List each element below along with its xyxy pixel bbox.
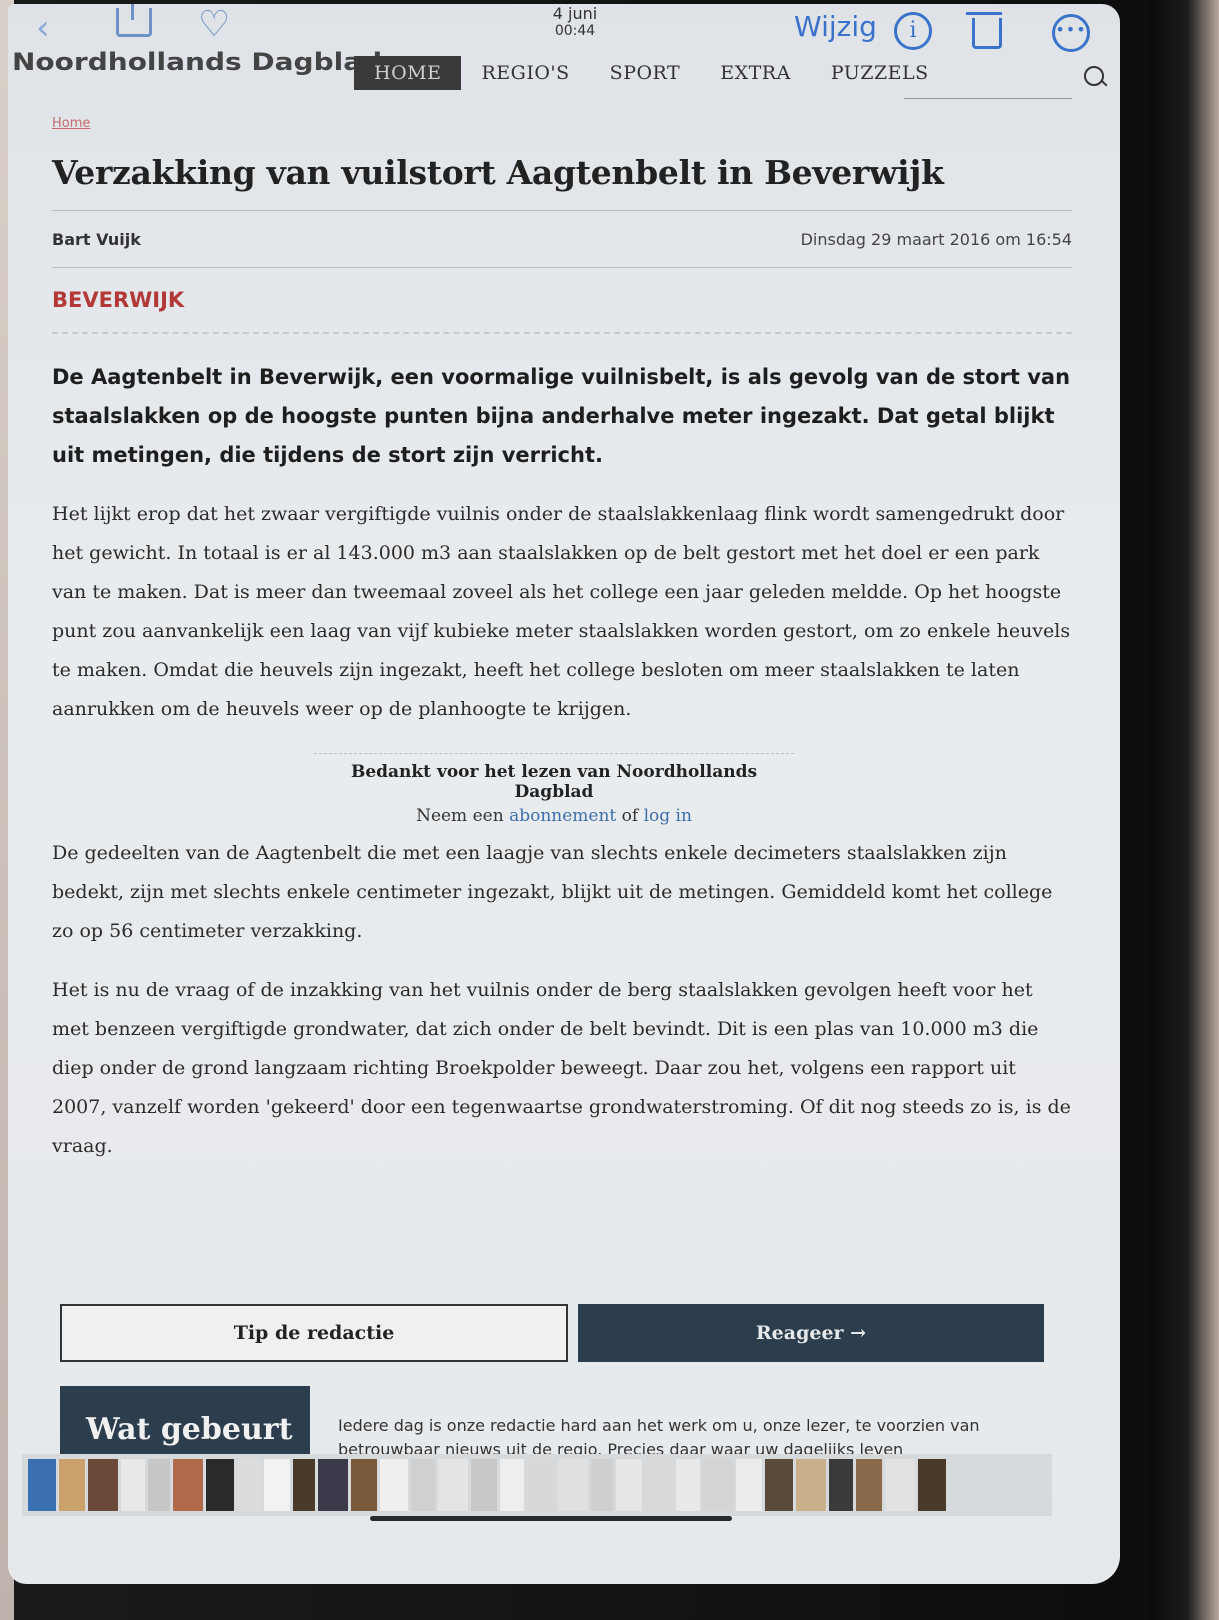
photo-thumbnail[interactable]	[796, 1459, 826, 1511]
site-header: Noordhollands Dagblad HOME REGIO'S SPORT…	[8, 48, 1120, 99]
photo-thumbnail[interactable]	[736, 1459, 762, 1511]
ios-toolbar: ‹ ♡ 4 juni 00:44 Wijzig i •••	[8, 4, 1120, 54]
photo-thumbnail[interactable]	[121, 1459, 145, 1511]
paywall-prefix: Neem een	[416, 806, 504, 826]
device-right-edge	[1149, 0, 1219, 1620]
more-icon[interactable]: •••	[1052, 14, 1090, 52]
photo-thumbnail[interactable]	[527, 1459, 555, 1511]
photo-thumbnail[interactable]	[237, 1459, 261, 1511]
photo-thumbnail[interactable]	[676, 1459, 700, 1511]
byline: Bart Vuijk Dinsdag 29 maart 2016 om 16:5…	[52, 211, 1072, 267]
article: Home Verzakking van vuilstort Aagtenbelt…	[52, 116, 1072, 1166]
photo-thumbnail[interactable]	[351, 1459, 377, 1511]
photo-thumbnail[interactable]	[28, 1459, 56, 1511]
photo-thumbnail[interactable]	[500, 1459, 524, 1511]
photo-thumbnail[interactable]	[293, 1459, 315, 1511]
photo-thumbnail[interactable]	[471, 1459, 497, 1511]
paywall-notice: Bedankt voor het lezen van Noordhollands…	[314, 753, 794, 826]
photo-thumbnail[interactable]	[918, 1459, 946, 1511]
main-nav: HOME REGIO'S SPORT EXTRA PUZZELS	[354, 56, 949, 90]
photo-thumbnail[interactable]	[380, 1459, 408, 1511]
nav-home[interactable]: HOME	[354, 56, 462, 90]
photo-thumbnail[interactable]	[411, 1459, 435, 1511]
screen: ‹ ♡ 4 juni 00:44 Wijzig i ••• Noordholla…	[8, 4, 1120, 1584]
article-lead: De Aagtenbelt in Beverwijk, een voormali…	[52, 365, 1071, 467]
nav-extra[interactable]: EXTRA	[700, 56, 811, 90]
nav-puzzels[interactable]: PUZZELS	[811, 56, 949, 90]
trash-icon[interactable]	[966, 10, 1002, 49]
edit-button[interactable]: Wijzig	[794, 10, 877, 43]
login-link[interactable]: log in	[644, 806, 692, 826]
photo-thumbnail[interactable]	[88, 1459, 118, 1511]
photo-thumbnail[interactable]	[438, 1459, 468, 1511]
photo-thumbnail[interactable]	[264, 1459, 290, 1511]
subscribe-link[interactable]: abonnement	[509, 806, 616, 826]
photo-thumbnail[interactable]	[616, 1459, 642, 1511]
photo-thumbnail[interactable]	[59, 1459, 85, 1511]
article-paragraph: De gedeelten van de Aagtenbelt die met e…	[52, 842, 1053, 942]
paywall-mid: of	[621, 806, 639, 826]
photo-thumbnail[interactable]	[645, 1459, 673, 1511]
search-field[interactable]	[904, 98, 1072, 99]
photo-date: 4 juni	[552, 4, 598, 23]
article-actions: Tip de redactie Reageer →	[60, 1304, 1044, 1362]
paywall-cta: Neem een abonnement of log in	[314, 806, 794, 826]
info-icon[interactable]: i	[894, 12, 932, 50]
photo-thumbnail[interactable]	[318, 1459, 348, 1511]
react-button[interactable]: Reageer →	[578, 1304, 1044, 1362]
article-paragraph: Het lijkt erop dat het zwaar vergiftigde…	[52, 503, 1071, 720]
dateline-location: BEVERWIJK	[52, 288, 185, 312]
publish-date: Dinsdag 29 maart 2016 om 16:54	[800, 229, 1072, 249]
breadcrumb[interactable]: Home	[52, 116, 1072, 131]
photo-thumbnail[interactable]	[765, 1459, 793, 1511]
share-icon[interactable]	[116, 4, 152, 37]
photo-thumbnail[interactable]	[206, 1459, 234, 1511]
photo-thumbnail[interactable]	[856, 1459, 882, 1511]
promo-title: Wat gebeurt	[86, 1412, 293, 1447]
photo-thumbnail[interactable]	[829, 1459, 853, 1511]
author: Bart Vuijk	[52, 229, 141, 249]
nav-sport[interactable]: SPORT	[590, 56, 701, 90]
article-paragraph: Het is nu de vraag of de inzakking van h…	[52, 979, 1071, 1157]
photo-thumbnail[interactable]	[591, 1459, 613, 1511]
article-title: Verzakking van vuilstort Aagtenbelt in B…	[52, 153, 944, 192]
heart-icon[interactable]: ♡	[198, 4, 230, 45]
search-icon[interactable]	[1084, 66, 1104, 86]
tip-button[interactable]: Tip de redactie	[60, 1304, 568, 1362]
site-logo[interactable]: Noordhollands Dagblad	[12, 48, 382, 76]
photo-thumbnail[interactable]	[703, 1459, 733, 1511]
photo-thumbnail[interactable]	[885, 1459, 915, 1511]
photo-timestamp: 4 juni 00:44	[540, 6, 610, 40]
nav-regios[interactable]: REGIO'S	[461, 56, 589, 90]
photo-thumbnail[interactable]	[558, 1459, 588, 1511]
photo-time: 00:44	[554, 23, 596, 39]
photo-thumbnail-strip[interactable]	[22, 1454, 1052, 1516]
paywall-title: Bedankt voor het lezen van Noordhollands…	[350, 762, 758, 802]
divider-dashed	[52, 332, 1072, 334]
scroll-indicator	[370, 1516, 732, 1521]
photo-thumbnail[interactable]	[173, 1459, 203, 1511]
divider	[52, 267, 1072, 268]
back-icon[interactable]: ‹	[36, 8, 50, 48]
photo-thumbnail[interactable]	[148, 1459, 170, 1511]
